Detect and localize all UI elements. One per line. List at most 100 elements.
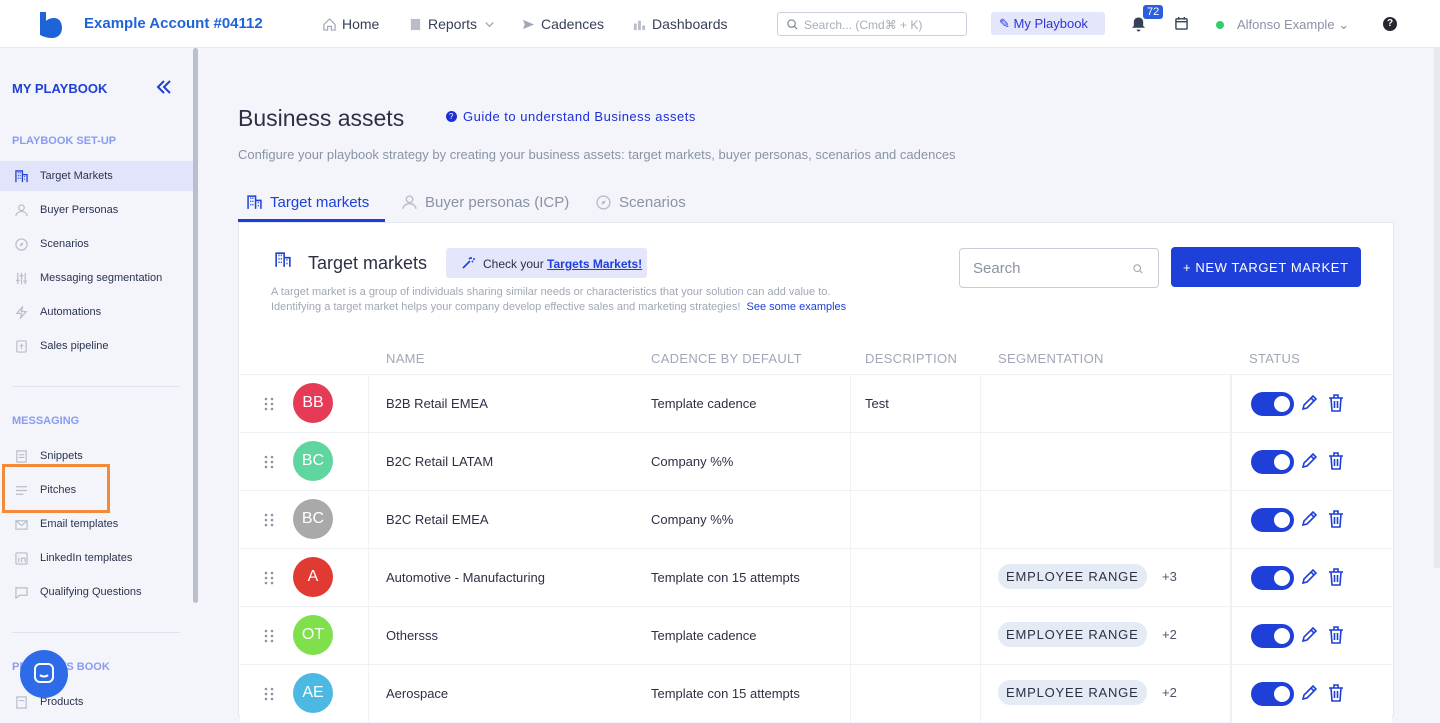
global-search-input[interactable]: Search... (Cmd⌘ + K) xyxy=(777,12,967,36)
table-row[interactable]: BC B2C Retail LATAM Company %% xyxy=(240,432,1392,491)
mail-icon xyxy=(15,520,28,530)
edit-icon[interactable] xyxy=(1300,684,1318,702)
nav-dashboards[interactable]: Dashboards xyxy=(633,16,728,32)
table-row[interactable]: A Automotive - Manufacturing Template con … xyxy=(240,548,1392,607)
column-header-description[interactable]: DESCRIPTION xyxy=(865,351,957,366)
sidebar-item-qualifying-questions[interactable]: Qualifying Questions xyxy=(0,577,193,607)
target-market-search-input[interactable]: Search xyxy=(959,248,1159,288)
trash-icon[interactable] xyxy=(1328,568,1344,586)
column-header-cadence[interactable]: CADENCE BY DEFAULT xyxy=(651,351,802,366)
sidebar-item-target-markets[interactable]: Target Markets xyxy=(0,161,193,191)
sidebar-item-linkedin-templates[interactable]: LinkedIn templates xyxy=(0,543,193,573)
guide-link[interactable]: ? Guide to understand Business assets xyxy=(446,109,696,124)
sidebar-item-scenarios[interactable]: Scenarios xyxy=(0,229,193,259)
desc-line-1: A target market is a group of individual… xyxy=(271,286,831,298)
table-row[interactable]: OT Othersss Template cadence EMPLOYEE RANGE… xyxy=(240,606,1392,665)
segmentation-more-count[interactable]: +3 xyxy=(1162,569,1177,584)
drag-handle-icon[interactable] xyxy=(262,513,276,527)
tab-target-markets[interactable]: Target markets xyxy=(247,194,369,211)
sidebar-divider xyxy=(12,386,180,387)
drag-handle-icon[interactable] xyxy=(262,397,276,411)
help-icon[interactable]: ? xyxy=(1383,17,1397,31)
column-header-status[interactable]: STATUS xyxy=(1249,351,1300,366)
new-target-market-button[interactable]: + NEW TARGET MARKET xyxy=(1171,247,1361,287)
tab-buyer-personas[interactable]: Buyer personas (ICP) xyxy=(402,194,569,211)
trash-icon[interactable] xyxy=(1328,394,1344,412)
status-toggle[interactable] xyxy=(1251,566,1294,590)
section-messaging: MESSAGING xyxy=(12,415,80,427)
cell-divider xyxy=(980,491,981,549)
nav-reports[interactable]: Reports xyxy=(409,16,496,32)
market-name[interactable]: B2C Retail EMEA xyxy=(386,512,489,527)
guide-link-label: Guide to understand Business assets xyxy=(463,109,696,124)
market-name[interactable]: Othersss xyxy=(386,628,438,643)
card-description: A target market is a group of individual… xyxy=(271,285,911,315)
market-name[interactable]: Automotive - Manufacturing xyxy=(386,570,545,585)
default-cadence: Company %% xyxy=(651,454,734,469)
table-row[interactable]: BB B2B Retail EMEA Template cadence Test xyxy=(240,374,1392,433)
status-toggle[interactable] xyxy=(1251,624,1294,648)
nav-cadences[interactable]: Cadences xyxy=(522,16,604,32)
cell-divider xyxy=(980,375,981,433)
market-name[interactable]: B2B Retail EMEA xyxy=(386,396,488,411)
search-placeholder: Search xyxy=(973,260,1021,277)
status-toggle[interactable] xyxy=(1251,392,1294,416)
sidebar-item-messaging-segmentation[interactable]: Messaging segmentation xyxy=(0,263,193,293)
sidebar-item-label: Automations xyxy=(40,306,102,318)
market-name[interactable]: B2C Retail LATAM xyxy=(386,454,493,469)
sidebar-item-label: Qualifying Questions xyxy=(40,586,142,598)
sidebar-item-sales-pipeline[interactable]: Sales pipeline xyxy=(0,331,193,361)
check-link[interactable]: Targets Markets! xyxy=(547,257,642,271)
main-scrollbar[interactable] xyxy=(1434,48,1440,568)
see-examples-link[interactable]: See some examples xyxy=(747,301,847,313)
online-status-dot xyxy=(1216,21,1224,29)
edit-icon[interactable] xyxy=(1300,452,1318,470)
cell-divider xyxy=(368,549,369,607)
sidebar-item-email-templates[interactable]: Email templates xyxy=(0,509,193,539)
market-name[interactable]: Aerospace xyxy=(386,686,448,701)
table-row[interactable]: AE Aerospace Template con 15 attempts EMPLO… xyxy=(240,664,1392,723)
avatar: BC xyxy=(293,499,333,539)
drag-handle-icon[interactable] xyxy=(262,571,276,585)
sidebar-item-buyer-personas[interactable]: Buyer Personas xyxy=(0,195,193,225)
status-toggle[interactable] xyxy=(1251,450,1294,474)
status-cell xyxy=(1230,433,1392,491)
segmentation-more-count[interactable]: +2 xyxy=(1162,627,1177,642)
collapse-sidebar-icon[interactable] xyxy=(156,80,172,94)
edit-icon[interactable] xyxy=(1300,626,1318,644)
user-menu[interactable]: Alfonso Example ⌄ xyxy=(1237,17,1349,33)
linkedin-icon xyxy=(15,552,28,565)
my-playbook-button[interactable]: ✎ My Playbook xyxy=(991,12,1105,35)
nav-dashboards-label: Dashboards xyxy=(652,16,728,32)
edit-icon[interactable] xyxy=(1300,510,1318,528)
notification-count-badge: 72 xyxy=(1143,5,1164,19)
sidebar-item-automations[interactable]: Automations xyxy=(0,297,193,327)
status-toggle[interactable] xyxy=(1251,508,1294,532)
chat-launcher-button[interactable] xyxy=(20,650,68,698)
building-icon xyxy=(247,195,262,209)
nav-home[interactable]: Home xyxy=(323,16,379,32)
column-header-segmentation[interactable]: SEGMENTATION xyxy=(998,351,1104,366)
edit-icon[interactable] xyxy=(1300,568,1318,586)
trash-icon[interactable] xyxy=(1328,626,1344,644)
building-icon xyxy=(275,252,291,267)
tab-scenarios[interactable]: Scenarios xyxy=(596,194,686,211)
trash-icon[interactable] xyxy=(1328,510,1344,528)
drag-handle-icon[interactable] xyxy=(262,455,276,469)
table-row[interactable]: BC B2C Retail EMEA Company %% xyxy=(240,490,1392,549)
segmentation-more-count[interactable]: +2 xyxy=(1162,685,1177,700)
edit-icon[interactable] xyxy=(1300,394,1318,412)
trash-icon[interactable] xyxy=(1328,452,1344,470)
calendar-icon[interactable] xyxy=(1175,17,1188,30)
account-name[interactable]: Example Account #04112 xyxy=(84,15,263,32)
main-content: Business assets ? Guide to understand Bus… xyxy=(198,48,1440,723)
status-toggle[interactable] xyxy=(1251,682,1294,706)
app-logo[interactable] xyxy=(36,12,62,38)
trash-icon[interactable] xyxy=(1328,684,1344,702)
column-header-name[interactable]: NAME xyxy=(386,351,425,366)
default-cadence: Template con 15 attempts xyxy=(651,686,800,701)
check-target-markets-button[interactable]: Check your Targets Markets! xyxy=(446,248,647,278)
drag-handle-icon[interactable] xyxy=(262,629,276,643)
persona-icon xyxy=(402,195,417,210)
drag-handle-icon[interactable] xyxy=(262,687,276,701)
